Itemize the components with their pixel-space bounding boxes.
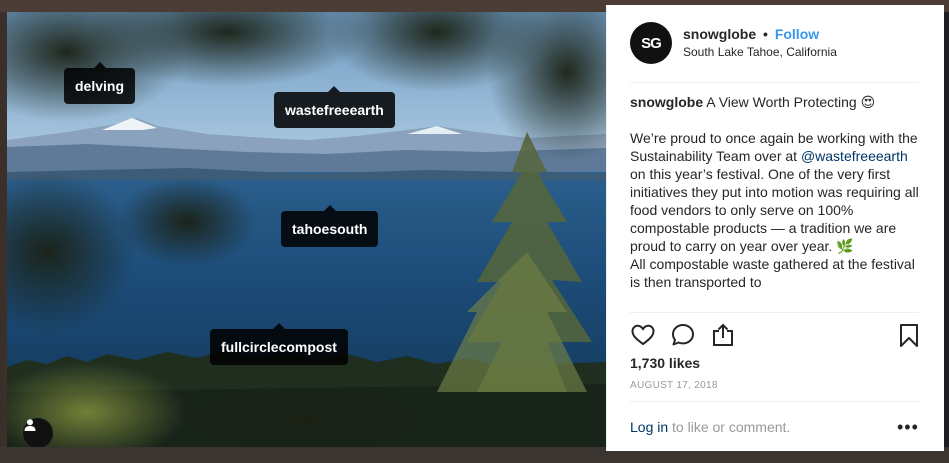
photo-tag-label: tahoesouth [292,221,368,237]
separator-dot: • [763,26,768,42]
heart-icon [631,324,655,346]
post-header: SG snowglobe • Follow South Lake Tahoe, … [607,5,944,83]
avatar[interactable]: SG [630,22,672,64]
photo-tag-tahoesouth[interactable]: tahoesouth [281,205,379,247]
divider [630,401,919,402]
caption-title: A View Worth Protecting 😍 [706,94,876,110]
caption-author[interactable]: snowglobe [630,94,703,110]
comment-icon [672,324,694,346]
photo-tag-wastefreeearth[interactable]: wastefreeearth [274,86,395,128]
photo-tag-label: delving [75,78,125,94]
like-button[interactable] [630,322,658,350]
bookmark-icon [900,324,918,347]
post-header-line: snowglobe • Follow [683,26,819,42]
divider [630,82,919,83]
follow-button[interactable]: Follow [775,26,819,42]
bookmark-button[interactable] [896,322,924,350]
photo-tag-delving[interactable]: delving [64,62,136,104]
mention-link[interactable]: @wastefreeearth [801,148,908,164]
post-date[interactable]: AUGUST 17, 2018 [630,380,718,391]
login-prompt-text: to like or comment. [668,419,791,435]
login-link[interactable]: Log in [630,419,668,435]
share-icon [713,323,733,346]
user-tag-button[interactable] [23,418,53,447]
post-photo[interactable]: delving wastefreeearth tahoesouth fullci… [7,12,606,447]
comment-button[interactable] [670,322,698,350]
likes-count[interactable]: 1,730 likes [630,355,700,371]
caption-text: on this year’s festival. One of the very… [630,166,919,254]
user-tag-icon [24,419,36,431]
photo-tag-label: fullcirclecompost [221,339,337,355]
caption-text: All compostable waste gathered at the fe… [630,256,915,290]
avatar-text: SG [641,34,662,52]
share-button[interactable] [710,322,738,350]
login-prompt: Log in to like or comment. [630,419,790,435]
photo-tag-fullcirclecompost[interactable]: fullcirclecompost [210,323,348,365]
location-link[interactable]: South Lake Tahoe, California [683,45,837,59]
action-bar [630,322,920,352]
more-options-button[interactable]: ••• [897,417,919,438]
username-link[interactable]: snowglobe [683,26,756,42]
photo-tag-label: wastefreeearth [285,102,384,118]
post-details-panel: SG snowglobe • Follow South Lake Tahoe, … [606,5,944,451]
divider [630,312,919,313]
caption: snowglobe A View Worth Protecting 😍 We’r… [630,93,922,311]
